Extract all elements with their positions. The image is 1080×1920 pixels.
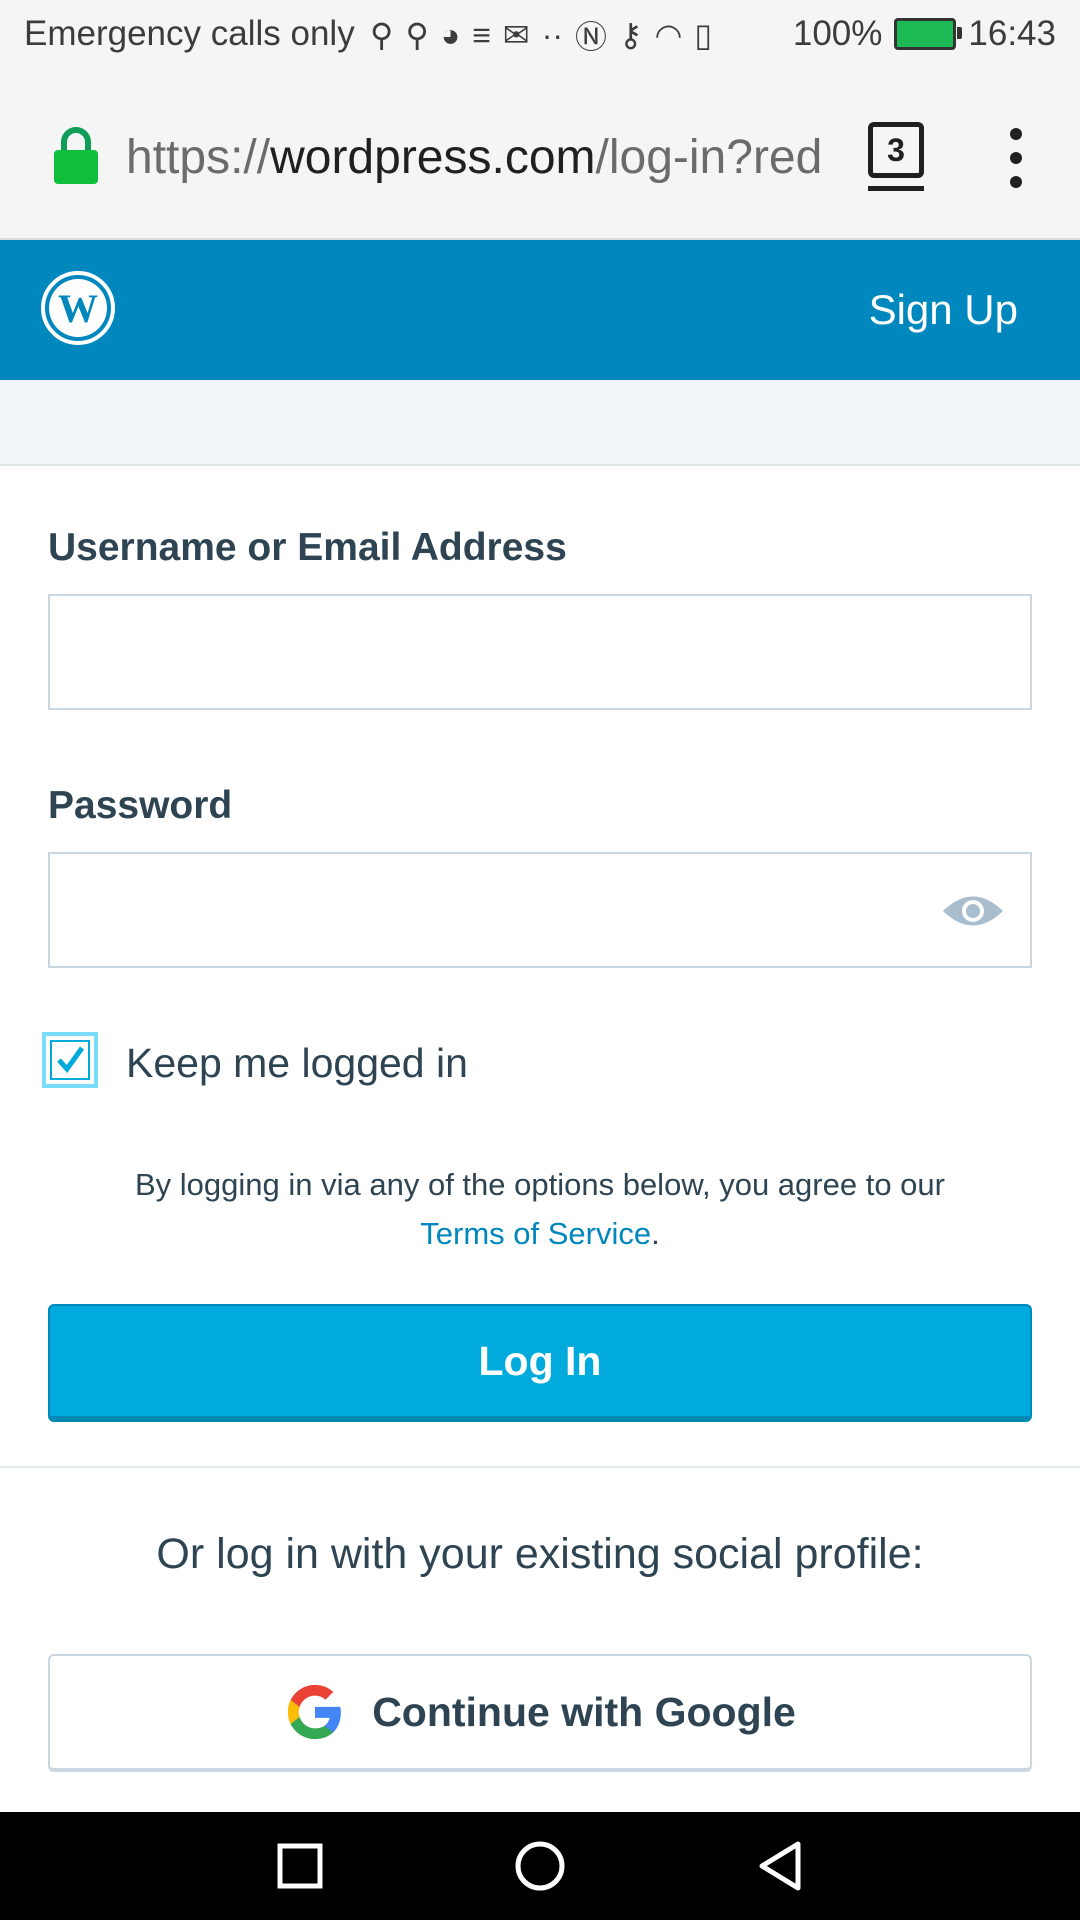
usb-icon: ⚲ <box>370 17 394 53</box>
menu-kebab-icon[interactable] <box>1004 128 1028 188</box>
section-divider <box>0 1466 1080 1468</box>
google-g-icon <box>288 1684 342 1740</box>
firefox-icon: ◕ <box>440 16 461 53</box>
terms-period: . <box>651 1216 660 1251</box>
battery-percent: 100% <box>792 14 883 53</box>
keep-logged-in-checkbox[interactable] <box>42 1032 98 1088</box>
system-nav-bar <box>0 1812 1080 1920</box>
vpn-icon: ≡ <box>472 16 491 53</box>
recents-square-icon[interactable] <box>270 1836 330 1896</box>
browser-toolbar: https://wordpress.com/log-in?red 3 <box>0 72 1080 240</box>
alert-icon: ▯ <box>694 17 712 53</box>
mail-icon: ✉ <box>502 17 530 53</box>
status-right: 100% 16:43 <box>793 14 1056 54</box>
continue-with-google-button[interactable]: Continue with Google <box>48 1654 1032 1772</box>
status-icons: ⚲ ⚲ ◕ ≡ ✉ ·· Ⓝ ⚷ ◠ ▯ <box>370 12 712 58</box>
google-button-label: Continue with Google <box>372 1688 796 1735</box>
show-password-eye-icon[interactable] <box>940 890 1006 932</box>
nfc-icon: Ⓝ <box>575 19 608 55</box>
username-field[interactable] <box>48 594 1032 710</box>
home-circle-icon[interactable] <box>510 1836 570 1896</box>
carrier-text: Emergency calls only <box>24 14 355 53</box>
tabs-underline <box>868 186 924 191</box>
site-header: W Sign Up <box>0 240 1080 380</box>
url-scheme: https:// <box>126 131 271 184</box>
keep-logged-in-label[interactable]: Keep me logged in <box>126 1040 468 1087</box>
username-label: Username or Email Address <box>48 526 567 569</box>
terms-of-service-link[interactable]: Terms of Service <box>420 1216 651 1251</box>
password-field[interactable] <box>48 852 1032 968</box>
checkbox-box <box>50 1040 90 1080</box>
social-login-prompt: Or log in with your existing social prof… <box>156 1530 924 1578</box>
usb-icon: ⚲ <box>405 17 429 53</box>
url-path: /log-in?red <box>595 131 823 184</box>
url-host: wordpress.com <box>270 131 596 184</box>
terms-notice: By logging in via any of the options bel… <box>0 1160 1080 1258</box>
more-dots-icon: ·· <box>541 16 563 53</box>
log-in-button[interactable]: Log In <box>48 1304 1032 1422</box>
heading-band <box>0 380 1080 466</box>
key-icon: ⚷ <box>619 17 643 53</box>
battery-icon <box>894 18 963 50</box>
lock-icon <box>54 127 98 184</box>
password-label: Password <box>48 784 233 827</box>
clock: 16:43 <box>968 14 1056 53</box>
url-field[interactable]: https://wordpress.com/log-in?red <box>126 130 838 185</box>
terms-text: By logging in via any of the options bel… <box>135 1167 945 1202</box>
sign-up-link[interactable]: Sign Up <box>869 286 1018 334</box>
checkmark-icon <box>57 1046 85 1074</box>
back-triangle-icon[interactable] <box>750 1836 810 1896</box>
svg-text:W: W <box>58 286 98 331</box>
wifi-icon: ◠ <box>654 17 683 53</box>
wordpress-logo-icon[interactable]: W <box>40 270 116 346</box>
status-bar: Emergency calls only ⚲ ⚲ ◕ ≡ ✉ ·· Ⓝ ⚷ ◠ … <box>0 0 1080 72</box>
tabs-button[interactable]: 3 <box>868 122 924 178</box>
